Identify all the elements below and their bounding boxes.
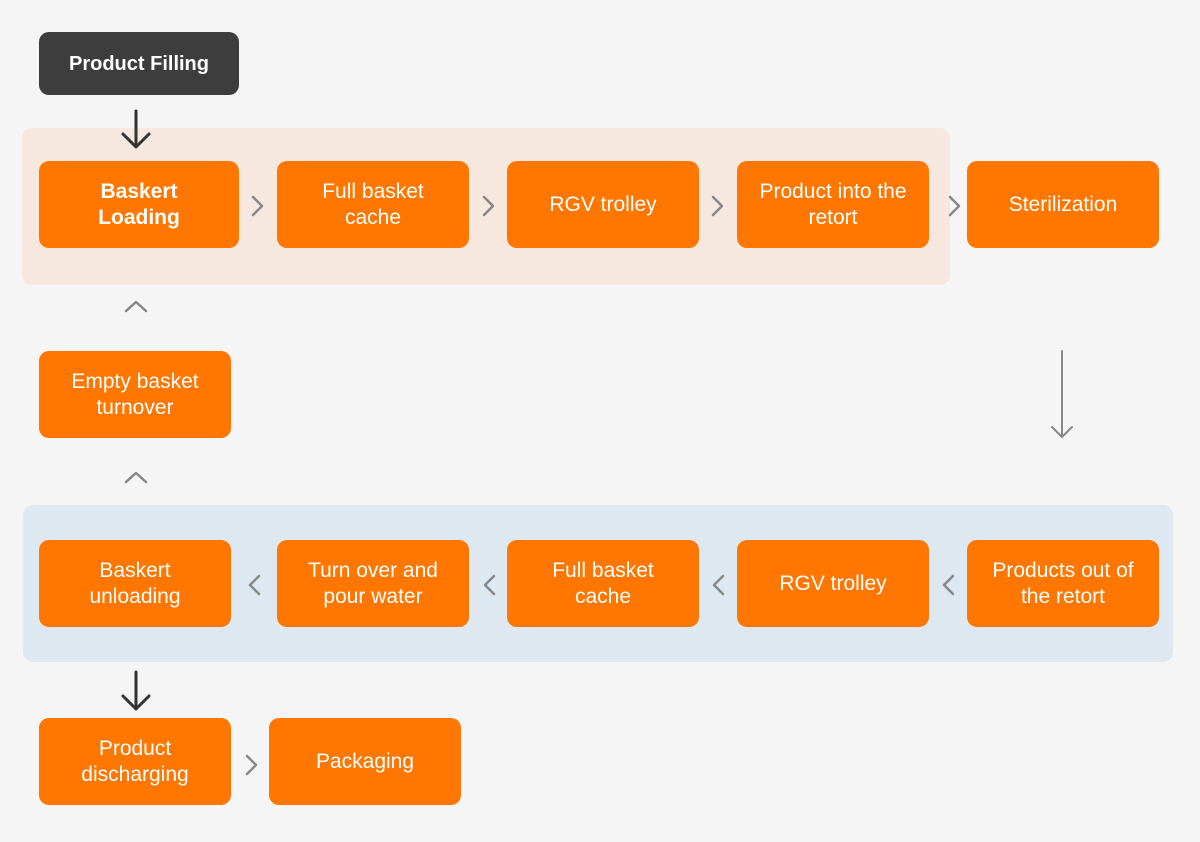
flow-arrows [121,109,1073,776]
chevron-up-icon [124,300,148,484]
arrow-down-icon [1051,350,1073,438]
chevron-right-icon [245,195,961,776]
arrow-down-dark-icon [121,109,151,711]
chevron-left-icon [248,574,955,596]
